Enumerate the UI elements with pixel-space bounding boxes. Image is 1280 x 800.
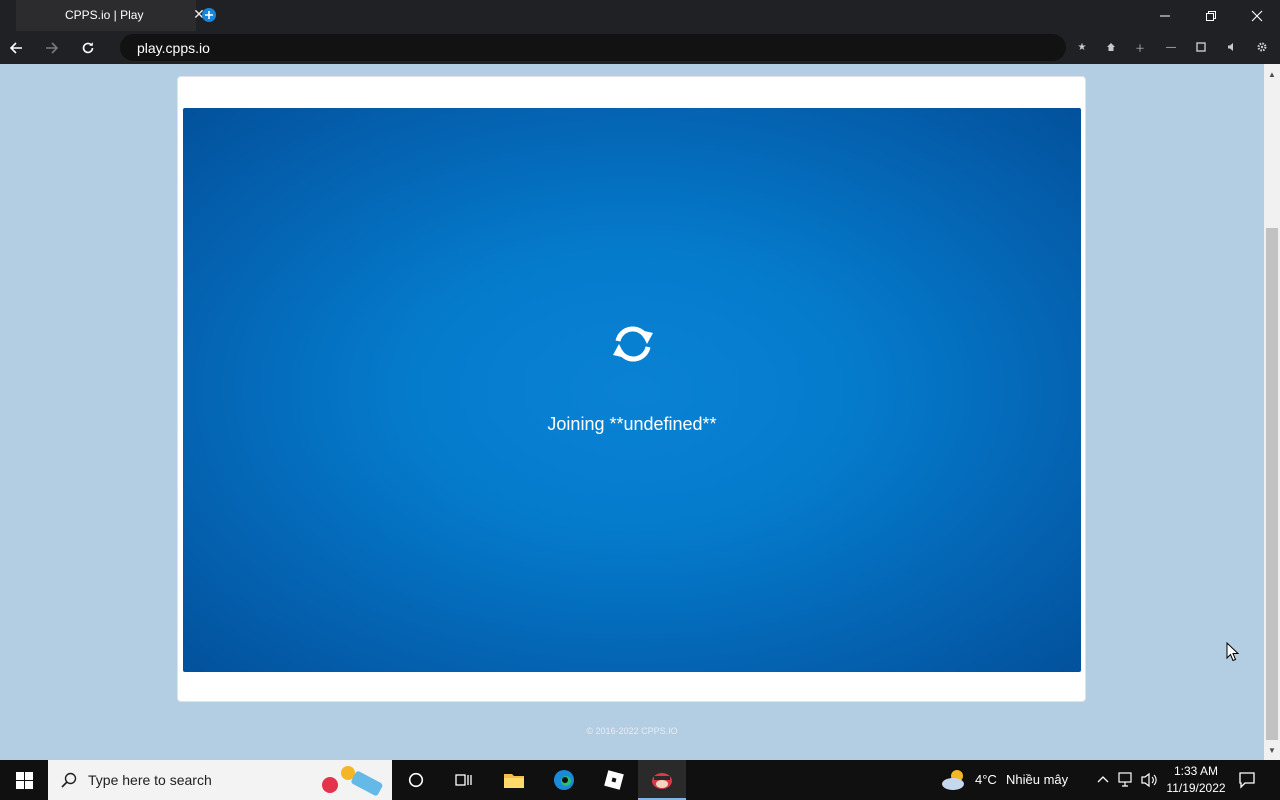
close-icon <box>1251 10 1263 21</box>
penguin-app-icon <box>652 773 672 789</box>
tab-title: CPPS.io | Play <box>65 8 144 22</box>
show-hidden-icons-chevron-up-icon[interactable] <box>1097 775 1109 783</box>
windows-logo-icon <box>15 771 33 789</box>
forward-button[interactable] <box>41 37 63 59</box>
star-icon[interactable]: ★ <box>1076 41 1088 53</box>
home-icon[interactable] <box>1105 41 1117 53</box>
minimize-icon <box>1160 15 1170 16</box>
new-tab-icon[interactable] <box>202 8 216 22</box>
mouse-cursor-icon <box>1226 642 1240 662</box>
roblox-button[interactable] <box>590 760 638 800</box>
page-viewport: Joining **undefined** © 2016-2022 CPPS.I… <box>0 64 1264 760</box>
volume-icon[interactable] <box>1141 772 1157 788</box>
roblox-icon <box>604 770 624 790</box>
scroll-down-arrow-icon[interactable]: ▼ <box>1264 742 1280 758</box>
system-clock[interactable]: 1:33 AM 11/19/2022 <box>1160 763 1232 797</box>
weather-cloudy-icon[interactable] <box>940 768 968 792</box>
zoom-out-icon[interactable]: — <box>1165 41 1177 53</box>
cortana-circle-icon <box>408 772 424 788</box>
browser-titlebar: CPPS.io | Play ✕ <box>0 0 1280 31</box>
joining-status-text: Joining **undefined** <box>547 414 717 434</box>
forward-arrow-icon <box>46 42 59 54</box>
fullscreen-icon[interactable] <box>1195 41 1207 53</box>
search-placeholder: Type here to search <box>88 772 212 788</box>
mute-icon[interactable] <box>1226 41 1238 53</box>
task-view-button[interactable] <box>440 760 488 800</box>
close-window-button[interactable] <box>1234 0 1280 31</box>
clock-date: 11/19/2022 <box>1166 781 1226 795</box>
restore-icon <box>1206 10 1216 21</box>
clock-time: 1:33 AM <box>1173 764 1219 778</box>
weather-temperature[interactable]: 4°C <box>975 772 997 787</box>
browser-toolbar: play.cpps.io ★ ＋ — <box>0 31 1280 64</box>
game-container: Joining **undefined** <box>177 76 1086 702</box>
reload-icon <box>82 42 94 54</box>
windows-taskbar: Type here to search 4°C Nhiều mây 1:33 A… <box>0 760 1280 800</box>
taskbar-search-box[interactable]: Type here to search <box>48 760 392 800</box>
zoom-in-icon[interactable]: ＋ <box>1134 41 1146 55</box>
search-highlight-illustration-icon <box>322 766 383 796</box>
notification-center-icon[interactable] <box>1238 771 1256 789</box>
start-button[interactable] <box>0 760 48 800</box>
edge-icon <box>554 770 574 790</box>
scrollbar-thumb[interactable] <box>1266 228 1278 740</box>
back-arrow-icon <box>9 42 22 54</box>
browser-tab[interactable]: CPPS.io | Play ✕ <box>16 0 205 31</box>
reload-button[interactable] <box>77 37 99 59</box>
cortana-button[interactable] <box>392 760 440 800</box>
minimize-window-button[interactable] <box>1142 0 1188 31</box>
weather-description[interactable]: Nhiều mây <box>1006 772 1068 787</box>
search-icon <box>61 772 77 788</box>
copyright-text: © 2016-2022 CPPS.IO <box>586 726 678 736</box>
back-button[interactable] <box>5 37 27 59</box>
url-text[interactable]: play.cpps.io <box>137 40 210 56</box>
edge-browser-button[interactable] <box>540 760 588 800</box>
settings-gear-icon[interactable] <box>1256 41 1268 53</box>
game-canvas[interactable]: Joining **undefined** <box>183 108 1081 672</box>
cpps-app-button[interactable] <box>638 760 686 800</box>
address-bar[interactable]: play.cpps.io <box>120 34 1066 61</box>
file-explorer-button[interactable] <box>490 760 538 800</box>
task-view-icon <box>455 774 472 786</box>
page-scrollbar[interactable]: ▲ ▼ <box>1264 64 1280 760</box>
folder-icon <box>504 774 524 788</box>
network-icon[interactable] <box>1118 772 1136 788</box>
loading-sync-icon <box>613 326 653 362</box>
scroll-up-arrow-icon[interactable]: ▲ <box>1264 66 1280 82</box>
restore-window-button[interactable] <box>1188 0 1234 31</box>
